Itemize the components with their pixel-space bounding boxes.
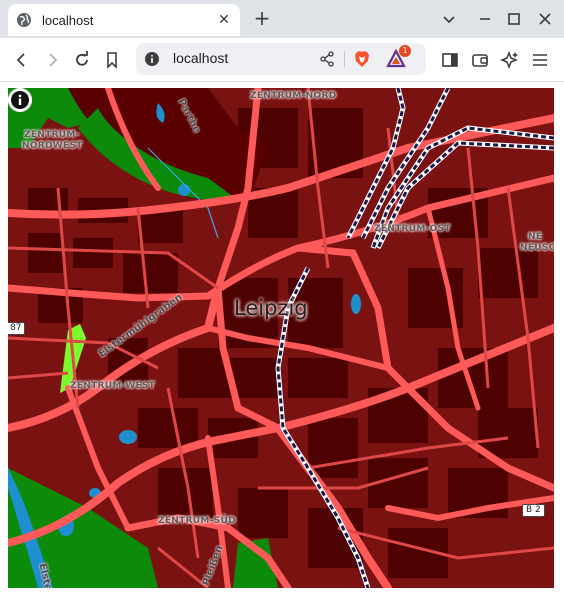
chevron-down-icon[interactable] [440, 10, 458, 28]
map-tiles [8, 88, 554, 588]
reload-icon[interactable] [72, 50, 92, 70]
district-label-neusch-2: NEUSCH [520, 243, 554, 253]
tab-title: localhost [42, 12, 94, 28]
minimize-icon[interactable] [476, 10, 494, 28]
url-text[interactable]: localhost [173, 50, 228, 66]
plus-icon[interactable]: + [252, 8, 272, 29]
rewards-badge: 1 [399, 45, 411, 57]
district-label-neusch-1: NE [528, 232, 543, 242]
district-label-zentrum-nordwest-line1: ZENTRUM- [24, 130, 80, 140]
browser-toolbar: localhost 1 [0, 38, 564, 82]
road-shield-87: 87 [8, 322, 26, 335]
map-canvas[interactable]: ZENTRUM-NORD ZENTRUM- NORDWEST ZENTRUM-O… [8, 88, 554, 588]
menu-icon[interactable] [530, 50, 550, 70]
road-shield-b2: B 2 [522, 504, 545, 517]
window-close-icon[interactable] [536, 10, 554, 28]
forward-icon[interactable] [42, 50, 62, 70]
city-label: Leipzig [234, 296, 308, 320]
district-label-zentrum-west: ZENTRUM-WEST [70, 381, 156, 391]
maximize-icon[interactable] [505, 10, 523, 28]
district-label-zentrum-sud: ZENTRUM-SÜD [158, 516, 236, 526]
close-icon[interactable]: ✕ [216, 12, 232, 28]
browser-tab[interactable]: localhost ✕ [8, 4, 240, 36]
wallet-icon[interactable] [470, 50, 490, 70]
map-info-icon[interactable] [8, 88, 32, 112]
brave-shield-icon[interactable] [354, 50, 370, 68]
globe-icon [17, 13, 31, 27]
browser-titlebar: localhost ✕ + [0, 0, 564, 38]
bookmark-icon[interactable] [102, 50, 122, 70]
address-bar[interactable]: localhost 1 [136, 43, 426, 75]
sidebar-icon[interactable] [440, 50, 460, 70]
district-label-zentrum-nord: ZENTRUM-NORD [250, 91, 337, 101]
leo-ai-icon[interactable] [500, 50, 520, 70]
district-label-zentrum-nordwest-line2: NORDWEST [22, 141, 83, 151]
url-separator [344, 51, 345, 67]
share-icon[interactable] [319, 51, 335, 67]
district-label-zentrum-ost: ZENTRUM-OST [374, 224, 451, 234]
back-icon[interactable] [12, 50, 32, 70]
info-icon[interactable] [144, 51, 160, 67]
